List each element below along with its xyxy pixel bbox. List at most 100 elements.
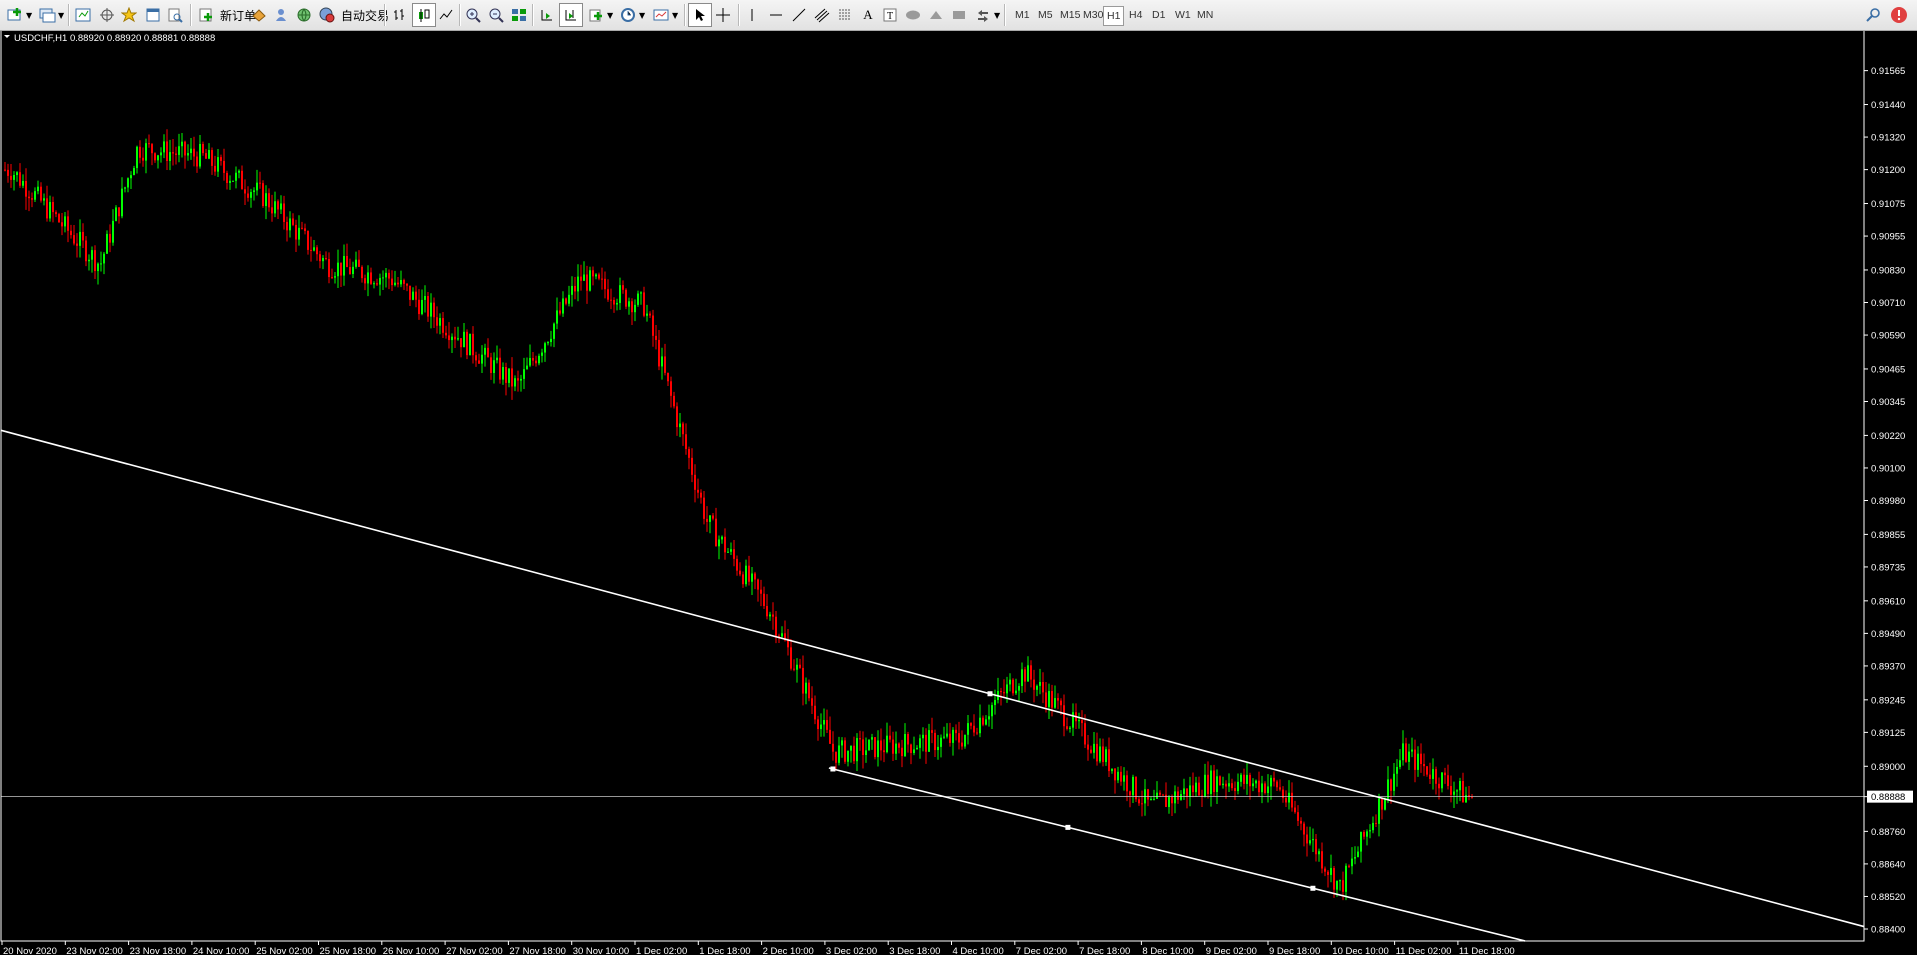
ellipse-button[interactable] [902,4,924,26]
candle-bear [1033,679,1035,690]
candle-bear [1300,820,1302,824]
market-button[interactable] [293,4,315,26]
candle-bull [1111,768,1113,772]
autoscroll-button[interactable] [559,3,583,27]
price-chart[interactable]: 0.91565 0.91440 0.91320 0.91200 0.91075 0.909… [0,31,1917,955]
new-order-button[interactable]: 新订单 [195,4,256,26]
notifications-button[interactable] [1888,4,1910,26]
candle-bear [934,732,936,751]
horizontal-line-button[interactable] [765,4,787,26]
candle-bear [325,258,327,260]
candle-bull [1378,798,1380,824]
time-label: 9 Dec 18:00 [1269,946,1320,955]
rectangle-button[interactable] [948,4,970,26]
upper-channel-line[interactable] [0,429,1865,928]
market-watch-button[interactable] [72,4,94,26]
fibonacci-button[interactable] [834,4,856,26]
timeframe-m1[interactable]: M1 [1012,6,1033,24]
candle-bear [31,198,33,200]
trendline-anchor-handle[interactable] [830,766,836,772]
collapse-arrow-icon[interactable] [4,35,10,38]
time-label: 11 Dec 02:00 [1396,946,1452,955]
timeframe-w1[interactable]: W1 [1172,6,1194,24]
data-window-button[interactable] [96,4,118,26]
candle-bull [634,304,636,313]
candle-bull [1240,774,1242,782]
metaeditor-button[interactable] [248,4,270,26]
market-watch-icon [72,4,94,26]
candle-bull [481,354,483,364]
candle-bear [511,368,513,387]
candle-bull [187,153,189,156]
candle-bear [1438,783,1440,789]
candle-bear [622,285,624,290]
zoom-out-button[interactable] [485,4,507,26]
candle-bull [1132,776,1134,796]
arrows-button[interactable]: ▼ [972,4,1000,26]
candle-bear [712,515,714,519]
timeframe-h1[interactable]: H1 [1103,6,1125,26]
timeframe-d1[interactable]: D1 [1149,6,1168,24]
candle-bull [1018,686,1020,691]
timeframe-mn[interactable]: MN [1194,6,1216,24]
line-chart-button[interactable] [435,4,457,26]
indicators-button[interactable]: ▼ [585,4,613,26]
cursor-button[interactable] [688,3,712,27]
symbol-info-label: USDCHF,H1 0.88920 0.88920 0.88881 0.8888… [14,33,215,44]
text-button[interactable]: A [857,4,879,26]
chart-shift-button[interactable] [536,4,558,26]
candle-bear [259,182,261,184]
candle-bull [1117,771,1119,781]
candle-bear [787,640,789,648]
candle-bull [856,738,858,762]
signals-button[interactable] [270,4,292,26]
candle-bull [988,716,990,720]
chart-window[interactable]: 0.91565 0.91440 0.91320 0.91200 0.91075 0.909… [0,31,1917,955]
candle-bear [859,738,861,740]
search-button[interactable] [1862,4,1884,26]
new-chart-button[interactable]: ▼ [4,4,32,26]
text-label-button[interactable]: T [879,4,901,26]
candle-bull [469,333,471,356]
triangle-button[interactable] [925,4,947,26]
vertical-line-button[interactable] [741,4,763,26]
candle-bull [916,747,918,750]
strategy-tester-button[interactable] [164,4,186,26]
candle-bull [1402,743,1404,761]
price-label: 0.91320 [1871,133,1905,144]
candle-bear [1051,691,1053,708]
candle-bull [1441,772,1443,789]
zoom-in-button[interactable] [462,4,484,26]
candle-bull [850,745,852,751]
candlesticks-button[interactable] [412,3,436,27]
terminal-button[interactable] [142,4,164,26]
timeframe-m5[interactable]: M5 [1035,6,1056,24]
candle-bear [613,300,615,305]
candle-bear [748,565,750,582]
time-label: 7 Dec 02:00 [1016,946,1067,955]
candle-bull [136,146,138,169]
price-label: 0.89245 [1871,695,1905,706]
equidistant-channel-button[interactable] [811,4,833,26]
candle-bear [1444,772,1446,776]
tile-windows-button[interactable] [508,4,530,26]
candle-bull [838,745,840,763]
trendline-anchor-handle[interactable] [1310,885,1316,891]
time-label: 27 Nov 02:00 [446,946,503,955]
bar-chart-button[interactable] [389,4,411,26]
templates-button[interactable]: ▼ [650,4,678,26]
timeframe-h4[interactable]: H4 [1126,6,1145,24]
crosshair-button[interactable] [712,4,734,26]
candle-bear [52,202,54,213]
periods-button[interactable]: ▼ [617,4,645,26]
price-label: 0.90830 [1871,265,1905,276]
profiles-button[interactable]: ▼ [36,4,64,26]
candle-bull [721,536,723,540]
trendline-anchor-handle[interactable] [987,691,993,697]
navigator-button[interactable] [118,4,140,26]
candle-bull [457,338,459,340]
trendline-anchor-handle[interactable] [1065,824,1071,830]
candle-bear [262,183,264,207]
auto-trading-button[interactable]: 自动交易 [316,4,389,26]
trendline-button[interactable] [788,4,810,26]
